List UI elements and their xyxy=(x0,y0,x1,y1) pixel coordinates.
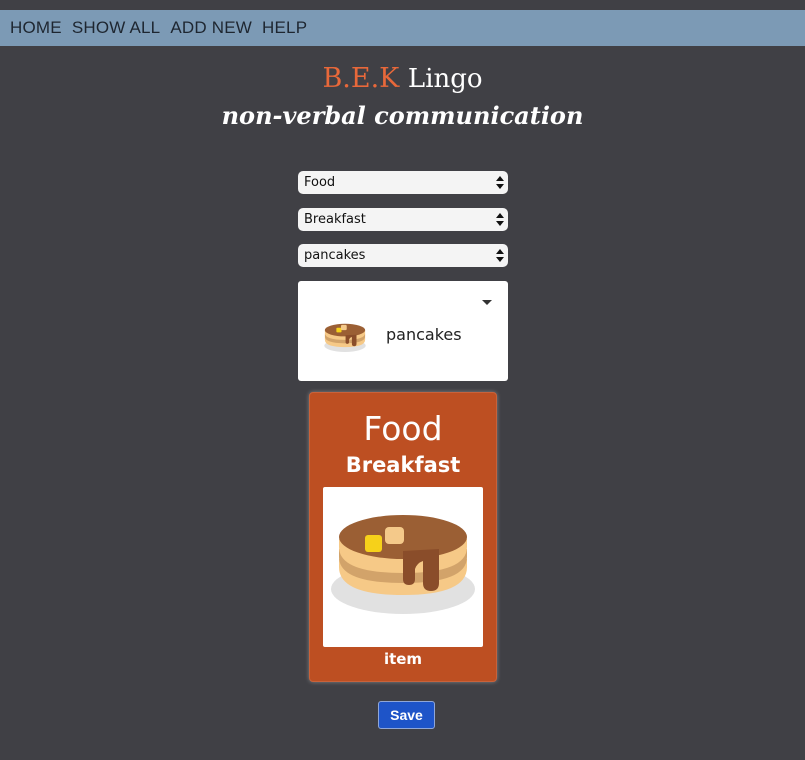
pancakes-icon xyxy=(331,515,475,614)
category-select-value: Food xyxy=(304,175,336,190)
caret-down-icon[interactable] xyxy=(482,300,492,305)
card-caption: item xyxy=(383,650,423,668)
brand-title: B.E.K Lingo xyxy=(0,60,805,98)
select-arrows-icon xyxy=(496,176,504,189)
category-select[interactable]: Food xyxy=(298,171,508,194)
brand-name: B.E.K xyxy=(322,63,400,94)
item-select[interactable]: pancakes xyxy=(298,244,508,267)
nav-show-all-link[interactable]: SHOW ALL xyxy=(72,18,161,38)
brand-suffix: Lingo xyxy=(407,64,483,94)
card-category: Food xyxy=(363,409,443,448)
top-navbar: HOME SHOW ALL ADD NEW HELP xyxy=(0,10,805,46)
subcategory-select[interactable]: Breakfast xyxy=(298,208,508,231)
card-image xyxy=(323,487,483,647)
nav-home-link[interactable]: HOME xyxy=(10,18,62,38)
communication-card[interactable]: Food Breakfast item xyxy=(309,392,497,682)
save-button[interactable]: Save xyxy=(378,701,435,729)
select-arrows-icon xyxy=(496,213,504,226)
card-subcategory: Breakfast xyxy=(345,453,461,477)
preview-label: pancakes xyxy=(386,325,462,344)
pancakes-icon xyxy=(324,323,366,352)
nav-help-link[interactable]: HELP xyxy=(262,18,307,38)
image-picker-dropdown[interactable]: pancakes xyxy=(298,281,508,381)
top-strip xyxy=(0,0,805,10)
brand-header: B.E.K Lingo non-verbal communication xyxy=(0,60,805,134)
subcategory-select-value: Breakfast xyxy=(304,212,366,227)
item-select-value: pancakes xyxy=(304,248,366,263)
select-arrows-icon xyxy=(496,249,504,262)
brand-tagline: non-verbal communication xyxy=(221,101,584,130)
nav-add-new-link[interactable]: ADD NEW xyxy=(170,18,252,38)
